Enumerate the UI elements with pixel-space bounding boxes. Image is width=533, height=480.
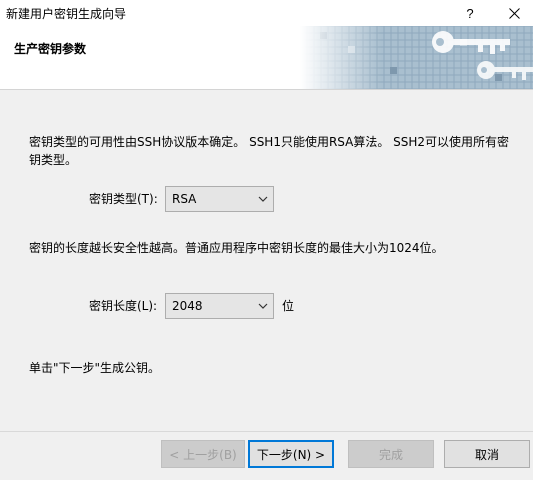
key-length-select[interactable]: 2048 [165,293,274,319]
key-length-unit: 位 [282,299,295,313]
next-button[interactable]: 下一步(N) > [248,440,334,468]
title-bar: 新建用户密钥生成向导 ? [0,0,533,26]
key-type-value: RSA [172,192,197,206]
close-button[interactable] [497,0,531,26]
chevron-down-icon [258,196,268,202]
close-icon [508,7,520,19]
keys-banner-icon [300,26,533,89]
key-length-description: 密钥的长度越长安全性越高。普通应用程序中密钥长度的最佳大小为1024位。 [29,241,444,255]
key-type-select[interactable]: RSA [165,186,274,212]
help-icon: ? [466,5,474,21]
next-step-hint: 单击"下一步"生成公钥。 [29,361,161,375]
finish-button[interactable]: 完成 [348,440,434,468]
wizard-content: 密钥类型的可用性由SSH协议版本确定。 SSH1只能使用RSA算法。 SSH2可… [0,91,533,431]
cancel-button[interactable]: 取消 [444,440,530,468]
wizard-header: 生产密钥参数 [0,26,533,90]
key-type-label: 密钥类型(T): [89,192,158,206]
key-length-label: 密钥长度(L): [89,299,158,313]
chevron-down-icon [258,303,268,309]
key-type-description: 密钥类型的可用性由SSH协议版本确定。 SSH1只能使用RSA算法。 SSH2可… [29,135,510,167]
page-title: 生产密钥参数 [14,42,87,56]
key-length-value: 2048 [172,299,203,313]
back-button[interactable]: < 上一步(B) [161,440,245,468]
help-button[interactable]: ? [453,0,487,26]
footer-divider [0,431,533,432]
window-title: 新建用户密钥生成向导 [6,7,127,21]
